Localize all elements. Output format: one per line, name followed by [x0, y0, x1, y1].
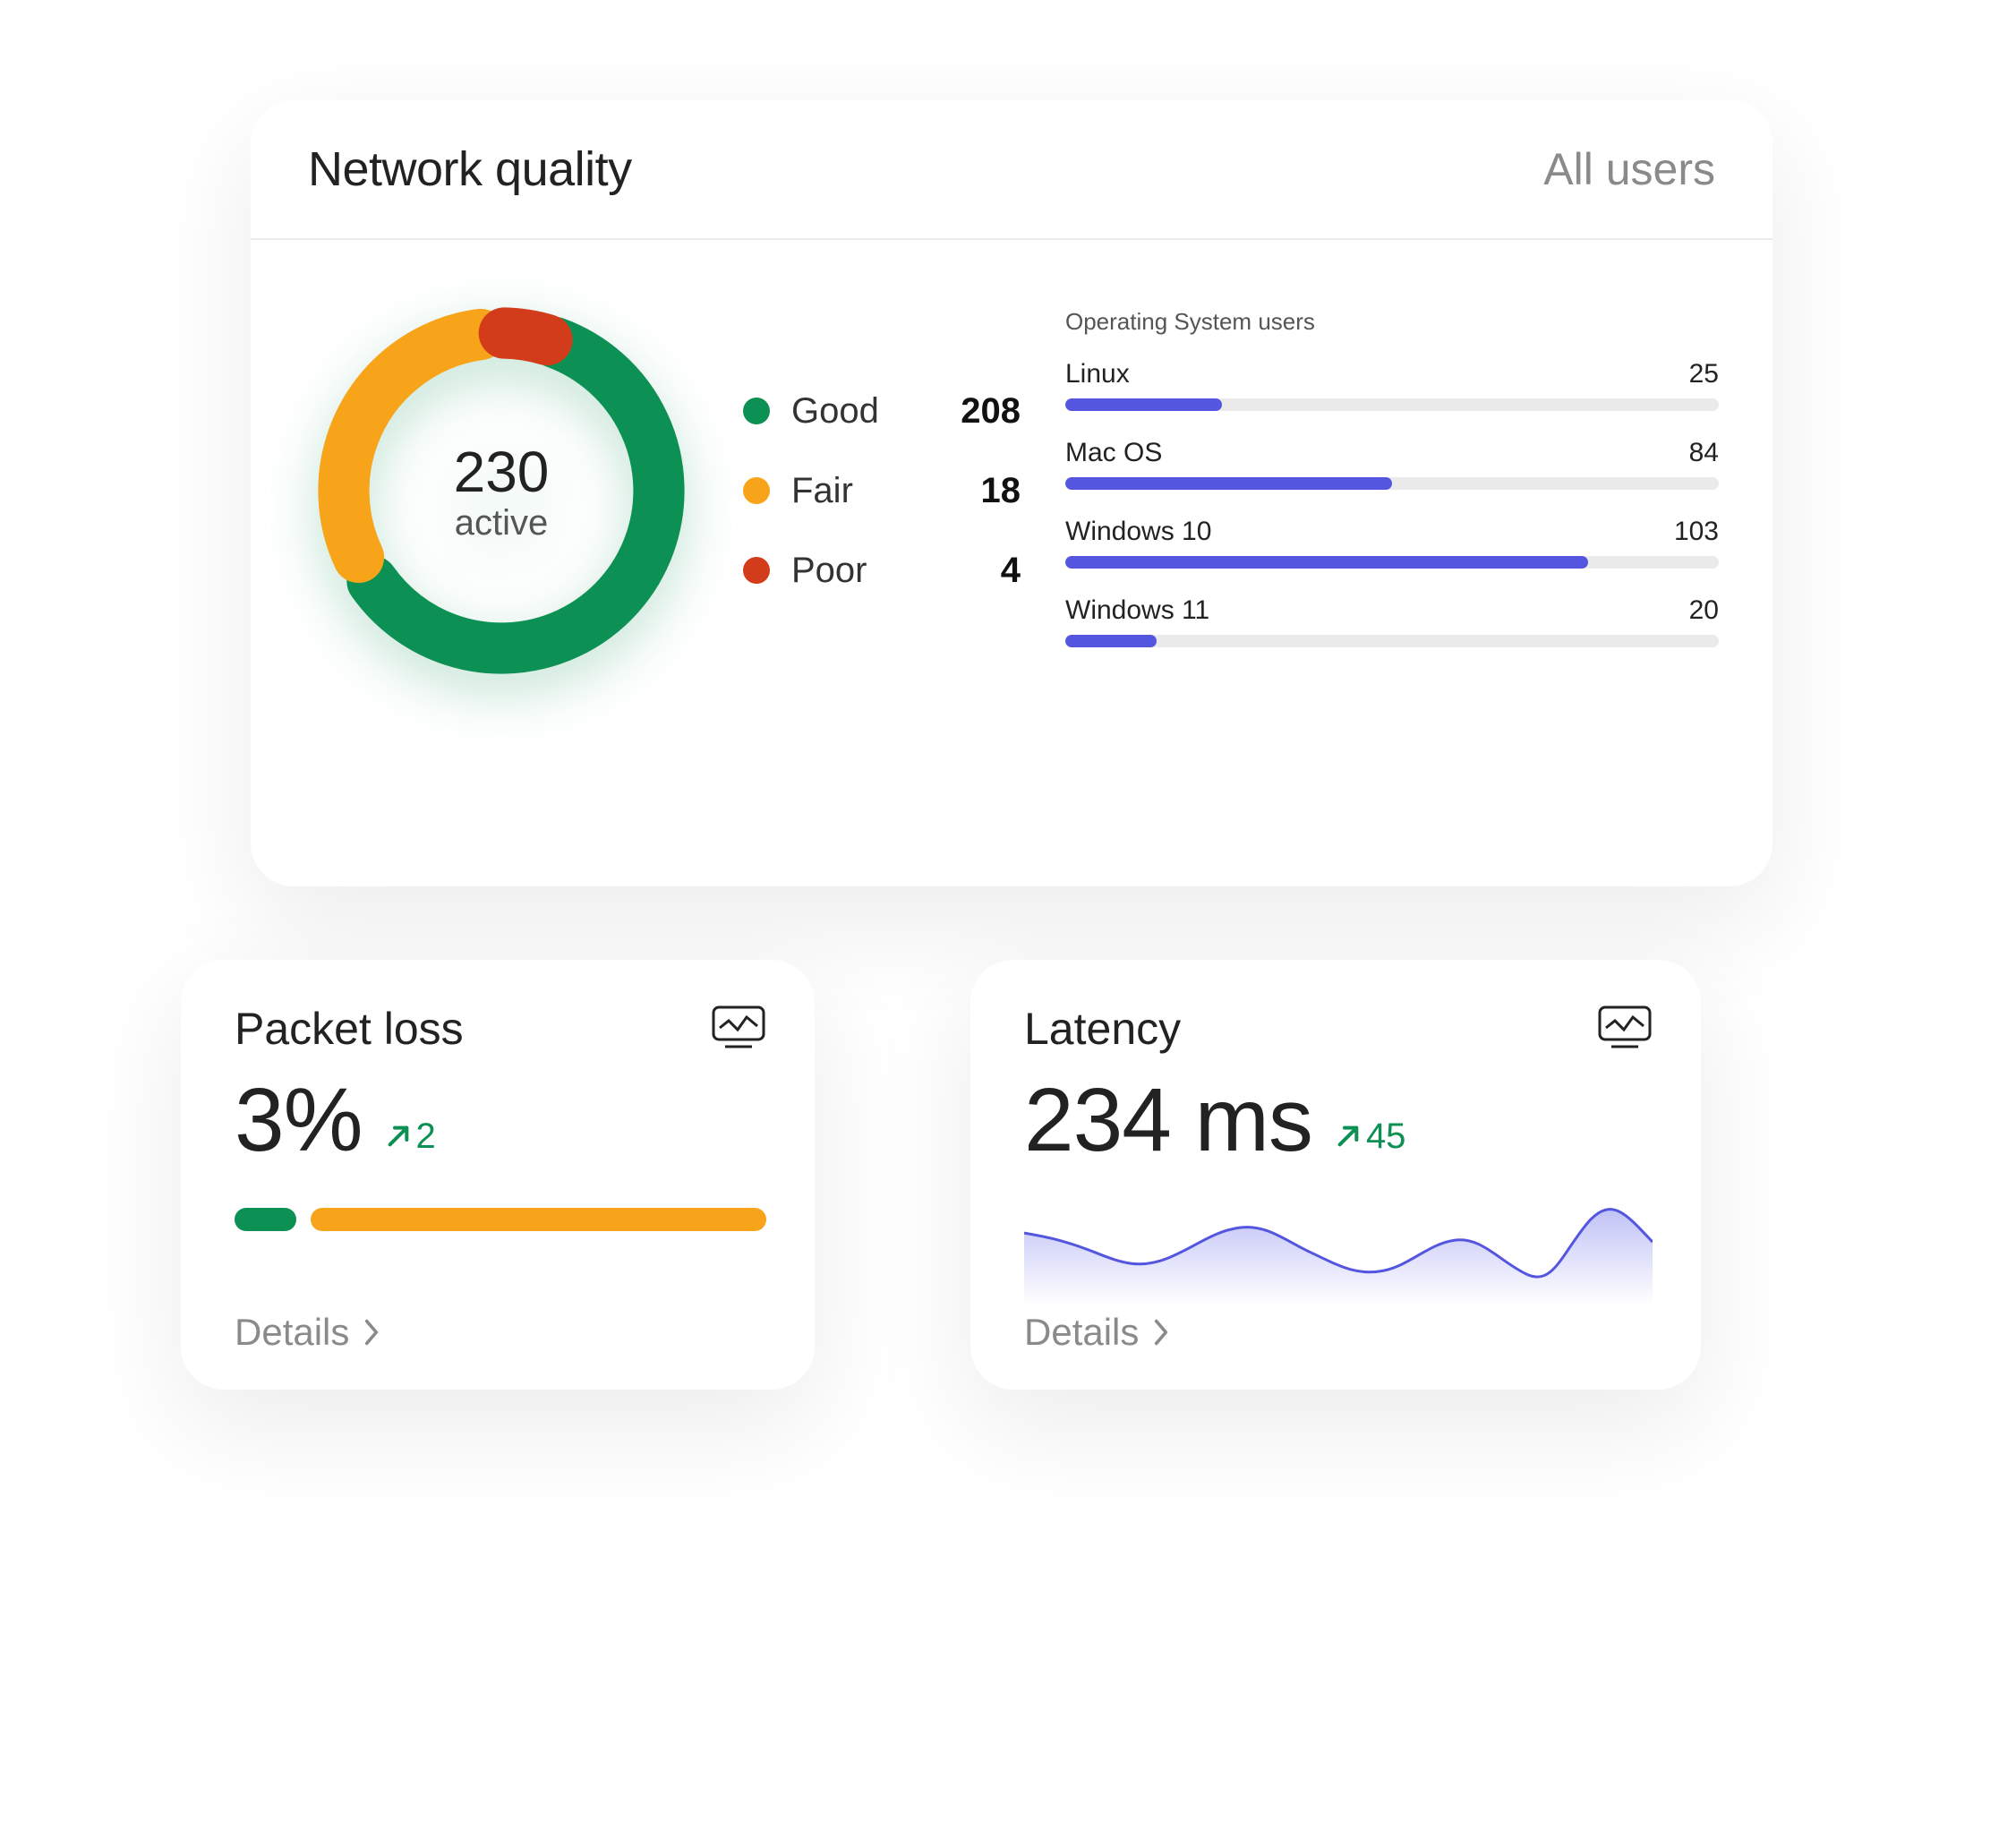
packet-loss-bar-good — [235, 1208, 296, 1231]
os-bar — [1065, 477, 1719, 490]
arrow-up-right-icon — [384, 1122, 413, 1151]
os-row-win11: Windows 11 20 — [1065, 595, 1719, 647]
os-value: 84 — [1689, 438, 1719, 468]
packet-loss-card: Packet loss 3% 2 Details — [181, 960, 815, 1390]
os-value: 20 — [1689, 595, 1719, 626]
legend-dot-good — [743, 398, 770, 424]
donut-center: 230 active — [304, 294, 698, 688]
active-count: 230 — [454, 439, 550, 505]
latency-trend-value: 45 — [1366, 1116, 1406, 1157]
os-row-win10: Windows 10 103 — [1065, 517, 1719, 569]
chevron-right-icon — [362, 1318, 381, 1347]
packet-loss-trend-value: 2 — [416, 1116, 436, 1157]
os-row-linux: Linux 25 — [1065, 359, 1719, 411]
quality-donut-chart: 230 active — [304, 294, 698, 688]
network-quality-body: 230 active Good 208 Fair 18 Poo — [251, 240, 1773, 723]
os-name: Windows 11 — [1065, 595, 1209, 626]
legend-row-poor: Poor 4 — [743, 551, 1021, 591]
os-bar-fill — [1065, 398, 1222, 411]
legend-row-fair: Fair 18 — [743, 471, 1021, 511]
chevron-right-icon — [1151, 1318, 1171, 1347]
active-label: active — [455, 503, 549, 543]
packet-loss-bar — [235, 1208, 766, 1231]
os-users-title: Operating System users — [1065, 308, 1719, 336]
os-name: Mac OS — [1065, 438, 1162, 468]
legend-value: 208 — [961, 391, 1021, 432]
os-bar — [1065, 556, 1719, 569]
legend-label: Fair — [791, 471, 853, 511]
network-quality-card: Network quality All users 230 — [251, 100, 1773, 886]
legend-row-good: Good 208 — [743, 391, 1021, 432]
legend-label: Poor — [791, 551, 867, 591]
latency-trend: 45 — [1334, 1116, 1406, 1157]
os-row-macos: Mac OS 84 — [1065, 438, 1719, 490]
quality-legend: Good 208 Fair 18 Poor 4 — [743, 391, 1021, 591]
legend-dot-fair — [743, 477, 770, 504]
os-users-panel: Operating System users Linux 25 Mac OS 8… — [1065, 308, 1719, 674]
packet-loss-trend: 2 — [384, 1116, 436, 1157]
os-name: Linux — [1065, 359, 1130, 389]
legend-label: Good — [791, 391, 879, 432]
latency-details-link[interactable]: Details — [1024, 1311, 1653, 1354]
legend-value: 18 — [981, 471, 1021, 511]
os-bar-fill — [1065, 635, 1157, 647]
latency-sparkline — [1024, 1188, 1653, 1305]
details-label: Details — [1024, 1311, 1139, 1354]
packet-loss-value: 3% — [235, 1069, 363, 1172]
packet-loss-details-link[interactable]: Details — [235, 1311, 766, 1354]
chart-monitor-icon — [711, 1005, 766, 1054]
chart-monitor-icon — [1597, 1005, 1653, 1054]
details-label: Details — [235, 1311, 349, 1354]
latency-value: 234 ms — [1024, 1069, 1312, 1172]
os-bar — [1065, 398, 1719, 411]
legend-value: 4 — [1001, 551, 1021, 591]
arrow-up-right-icon — [1334, 1122, 1363, 1151]
network-quality-title: Network quality — [308, 141, 632, 197]
packet-loss-bar-loss — [311, 1208, 766, 1231]
os-bar-fill — [1065, 556, 1588, 569]
latency-card: Latency 234 ms 45 — [970, 960, 1701, 1390]
latency-title: Latency — [1024, 1003, 1181, 1055]
os-name: Windows 10 — [1065, 517, 1211, 547]
legend-dot-poor — [743, 557, 770, 584]
users-filter-dropdown[interactable]: All users — [1543, 143, 1715, 195]
os-value: 25 — [1689, 359, 1719, 389]
os-value: 103 — [1674, 517, 1719, 547]
os-bar-fill — [1065, 477, 1392, 490]
packet-loss-title: Packet loss — [235, 1003, 464, 1055]
network-quality-header: Network quality All users — [251, 100, 1773, 240]
os-bar — [1065, 635, 1719, 647]
